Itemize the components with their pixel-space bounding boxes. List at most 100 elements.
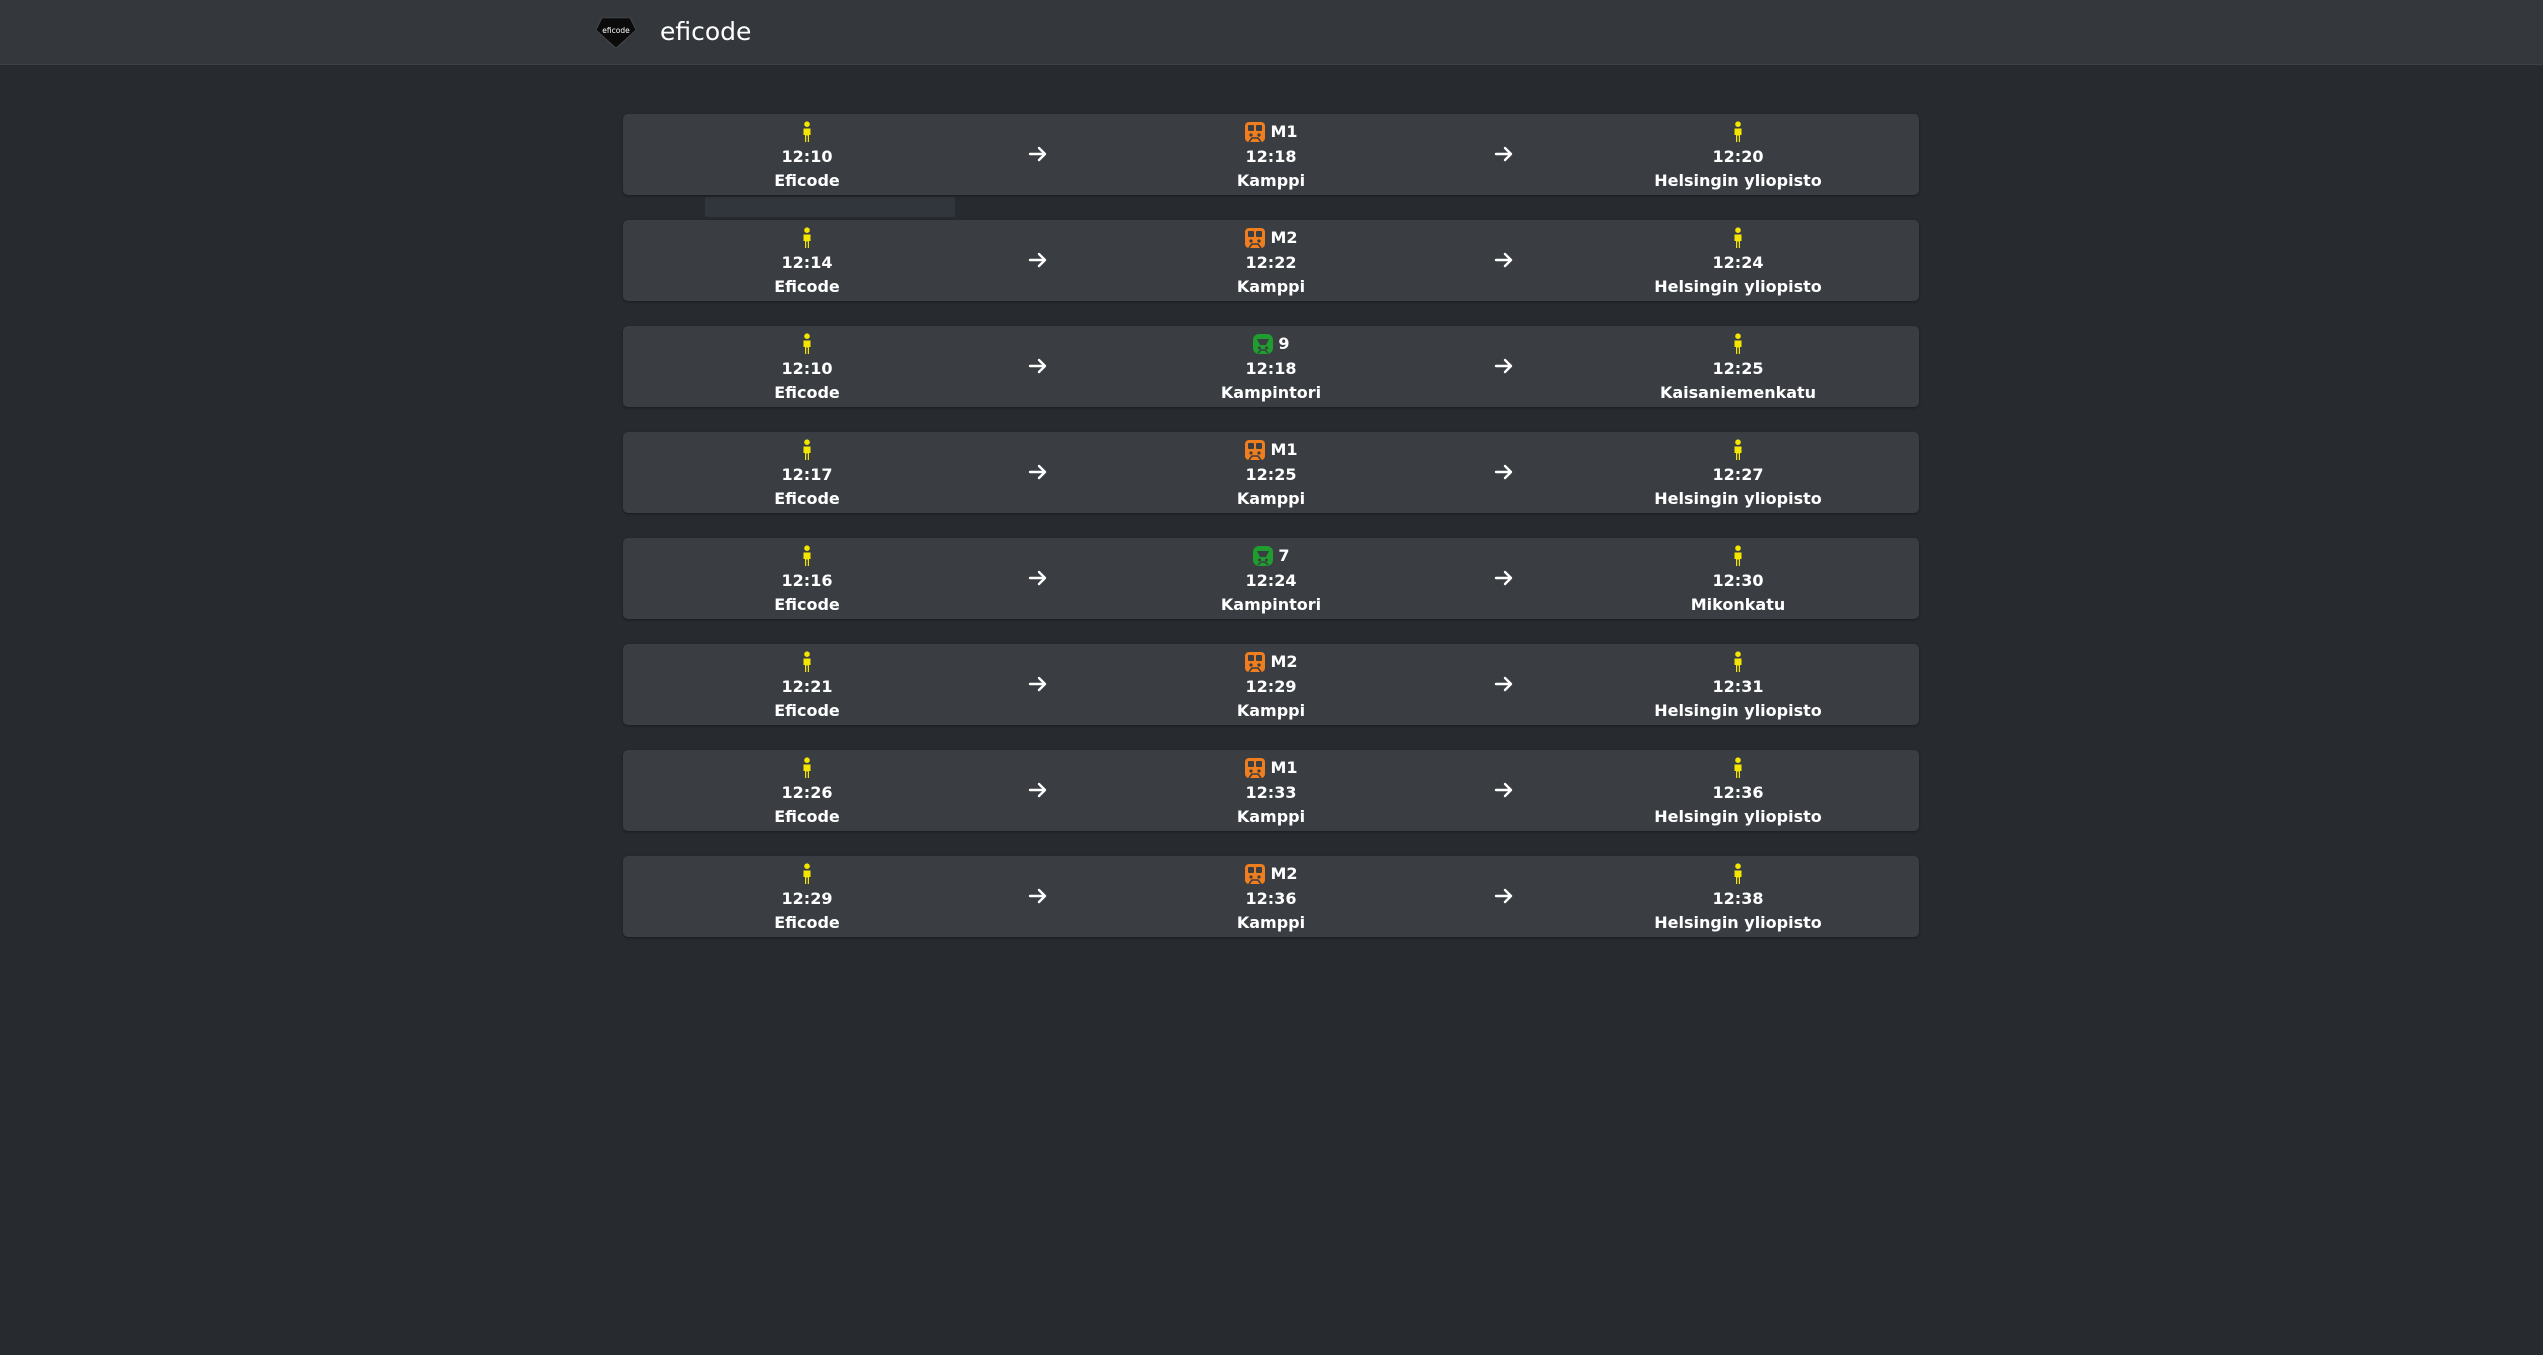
- origin-place: Eficode: [774, 277, 840, 296]
- arrow-right-icon: [1028, 888, 1047, 904]
- route-list: 12:10 Eficode M1 12:18 Kamppi 12:20 Hels…: [623, 114, 1919, 962]
- walk-icon: [1731, 651, 1745, 673]
- transit-stop: M2 12:22 Kamppi: [1091, 220, 1451, 299]
- arrow-right-icon: [1028, 146, 1047, 162]
- transit-time: 12:29: [1245, 677, 1297, 696]
- line-label: 7: [1278, 546, 1290, 565]
- transit-place: Kamppi: [1236, 701, 1306, 720]
- arrow-right-icon: [1028, 252, 1047, 268]
- metro-icon: [1244, 651, 1266, 673]
- top-bar: eficode eficode: [0, 0, 2543, 65]
- arrow-right-icon: [1028, 676, 1047, 692]
- walk-icon: [800, 439, 814, 461]
- transit-time: 12:36: [1245, 889, 1297, 908]
- route-card-6[interactable]: 12:21 Eficode M2 12:29 Kamppi 12:31 Hels…: [623, 644, 1919, 725]
- metro-icon: [1244, 227, 1266, 249]
- metro-icon: [1244, 439, 1266, 461]
- arrow-right-icon: [1028, 570, 1047, 586]
- destination-place: Helsingin yliopisto: [1654, 807, 1822, 826]
- destination-time: 12:27: [1712, 465, 1764, 484]
- destination-stop: 12:38 Helsingin yliopisto: [1558, 856, 1918, 935]
- tram-icon: [1252, 545, 1274, 567]
- route-card-7[interactable]: 12:26 Eficode M1 12:33 Kamppi 12:36 Hels…: [623, 750, 1919, 831]
- arrow-right-icon: [1494, 676, 1513, 692]
- route-card-2[interactable]: 12:14 Eficode M2 12:22 Kamppi 12:24 Hels…: [623, 220, 1919, 301]
- transit-time: 12:25: [1245, 465, 1297, 484]
- arrow-right-icon: [1494, 782, 1513, 798]
- arrow-right-icon: [1494, 464, 1513, 480]
- line-label: M2: [1270, 228, 1298, 247]
- route-card-4[interactable]: 12:17 Eficode M1 12:25 Kamppi 12:27 Hels…: [623, 432, 1919, 513]
- destination-place: Mikonkatu: [1690, 595, 1786, 614]
- line-label: M1: [1270, 440, 1298, 459]
- metro-icon: [1244, 121, 1266, 143]
- origin-stop: 12:21 Eficode: [627, 644, 987, 723]
- arrow-right-icon: [1494, 570, 1513, 586]
- transit-time: 12:18: [1245, 147, 1297, 166]
- arrow-right-icon: [1494, 888, 1513, 904]
- arrow-right-icon: [1494, 252, 1513, 268]
- destination-place: Helsingin yliopisto: [1654, 701, 1822, 720]
- tram-icon: [1252, 333, 1274, 355]
- route-card-8[interactable]: 12:29 Eficode M2 12:36 Kamppi 12:38 Hels…: [623, 856, 1919, 937]
- transit-time: 12:24: [1245, 571, 1297, 590]
- destination-stop: 12:30 Mikonkatu: [1558, 538, 1918, 617]
- origin-stop: 12:10 Eficode: [627, 326, 987, 405]
- origin-time: 12:16: [781, 571, 833, 590]
- transit-place: Kampintori: [1220, 383, 1322, 402]
- origin-time: 12:26: [781, 783, 833, 802]
- walk-icon: [800, 651, 814, 673]
- arrow-right-icon: [1494, 358, 1513, 374]
- route-card-5[interactable]: 12:16 Eficode 7 12:24 Kampintori 12:30 M…: [623, 538, 1919, 619]
- origin-place: Eficode: [774, 807, 840, 826]
- origin-stop: 12:16 Eficode: [627, 538, 987, 617]
- destination-place: Helsingin yliopisto: [1654, 913, 1822, 932]
- route-card-1[interactable]: 12:10 Eficode M1 12:18 Kamppi 12:20 Hels…: [623, 114, 1919, 195]
- origin-place: Eficode: [774, 913, 840, 932]
- destination-stop: 12:24 Helsingin yliopisto: [1558, 220, 1918, 299]
- destination-stop: 12:27 Helsingin yliopisto: [1558, 432, 1918, 511]
- metro-icon: [1244, 863, 1266, 885]
- destination-place: Helsingin yliopisto: [1654, 171, 1822, 190]
- destination-time: 12:20: [1712, 147, 1764, 166]
- transit-stop: 7 12:24 Kampintori: [1091, 538, 1451, 617]
- walk-icon: [1731, 757, 1745, 779]
- origin-time: 12:10: [781, 147, 833, 166]
- walk-icon: [1731, 545, 1745, 567]
- line-label: 9: [1278, 334, 1290, 353]
- transit-stop: 9 12:18 Kampintori: [1091, 326, 1451, 405]
- route-card-3[interactable]: 12:10 Eficode 9 12:18 Kampintori 12:25 K…: [623, 326, 1919, 407]
- line-label: M1: [1270, 758, 1298, 777]
- destination-stop: 12:25 Kaisaniemenkatu: [1558, 326, 1918, 405]
- transit-stop: M2 12:36 Kamppi: [1091, 856, 1451, 935]
- transit-stop: M1 12:18 Kamppi: [1091, 114, 1451, 193]
- origin-place: Eficode: [774, 701, 840, 720]
- transit-place: Kampintori: [1220, 595, 1322, 614]
- destination-place: Helsingin yliopisto: [1654, 489, 1822, 508]
- origin-stop: 12:29 Eficode: [627, 856, 987, 935]
- line-label: M2: [1270, 652, 1298, 671]
- destination-time: 12:30: [1712, 571, 1764, 590]
- walk-icon: [800, 757, 814, 779]
- destination-time: 12:25: [1712, 359, 1764, 378]
- origin-time: 12:14: [781, 253, 833, 272]
- origin-stop: 12:14 Eficode: [627, 220, 987, 299]
- walk-icon: [800, 333, 814, 355]
- destination-time: 12:24: [1712, 253, 1764, 272]
- transit-stop: M2 12:29 Kamppi: [1091, 644, 1451, 723]
- transit-stop: M1 12:25 Kamppi: [1091, 432, 1451, 511]
- origin-stop: 12:17 Eficode: [627, 432, 987, 511]
- arrow-right-icon: [1028, 782, 1047, 798]
- destination-stop: 12:36 Helsingin yliopisto: [1558, 750, 1918, 829]
- origin-time: 12:10: [781, 359, 833, 378]
- eficode-logo-icon[interactable]: eficode: [596, 14, 636, 50]
- logo-text: eficode: [602, 26, 630, 35]
- transit-place: Kamppi: [1236, 489, 1306, 508]
- destination-time: 12:36: [1712, 783, 1764, 802]
- destination-stop: 12:31 Helsingin yliopisto: [1558, 644, 1918, 723]
- destination-place: Helsingin yliopisto: [1654, 277, 1822, 296]
- walk-icon: [800, 227, 814, 249]
- origin-place: Eficode: [774, 171, 840, 190]
- transit-place: Kamppi: [1236, 277, 1306, 296]
- origin-place: Eficode: [774, 489, 840, 508]
